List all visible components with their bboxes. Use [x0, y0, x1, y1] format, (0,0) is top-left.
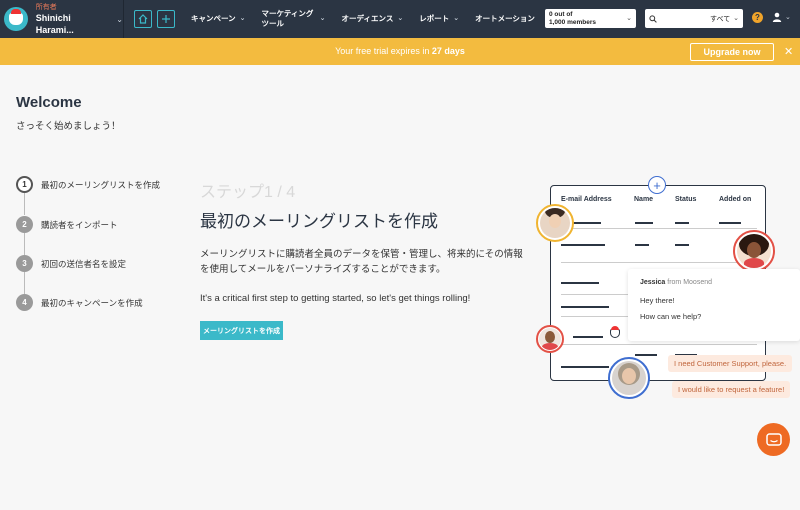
chevron-down-icon: ⌄ [397, 15, 404, 22]
chevron-down-icon: ⌄ [733, 15, 739, 22]
placeholder-dash [573, 222, 601, 224]
step-item[interactable]: 2 購読者をインポート [16, 216, 118, 233]
step-label: 購読者をインポート [41, 219, 118, 230]
placeholder-dash [675, 244, 689, 246]
subscriber-avatar [536, 204, 574, 242]
step-connector [24, 193, 25, 215]
nav-automation[interactable]: オートメーション [475, 14, 535, 24]
step-number: 1 [16, 176, 33, 193]
trial-banner: Your free trial expires in 27 days [0, 38, 800, 65]
placeholder-dash [561, 244, 605, 246]
subscriber-avatar [536, 325, 564, 353]
mailing-list-illustration: E-mail Address Name Status Added on + Je… [530, 175, 800, 415]
chat-message: How can we help? [640, 312, 702, 321]
chat-icon [765, 432, 782, 446]
placeholder-dash [561, 282, 599, 284]
placeholder-dash [675, 222, 689, 224]
step-counter: ステップ1 / 4 [200, 184, 296, 201]
nav-campaigns[interactable]: キャンペーン ⌄ [191, 14, 246, 24]
row-divider [561, 316, 631, 317]
subscriber-avatar [733, 230, 775, 272]
placeholder-dash [635, 222, 653, 224]
member-count-line1: 0 out of [549, 10, 573, 18]
chat-sender: Jessica from Moosend [640, 279, 713, 286]
plus-icon [162, 15, 170, 23]
column-header: Added on [719, 196, 752, 203]
search-scope[interactable]: すべて [710, 14, 730, 24]
chevron-down-icon: ⌄ [239, 15, 246, 22]
step-number: 2 [16, 216, 33, 233]
chat-launcher-button[interactable] [757, 423, 790, 456]
add-column-icon: + [648, 176, 666, 194]
moosend-mascot-icon [608, 325, 622, 339]
step-label: 最初のキャンペーンを作成 [41, 297, 143, 308]
chat-reply-bubble: I need Customer Support, please. [668, 355, 793, 372]
trial-message: Your free trial expires in 27 days [335, 46, 465, 56]
chevron-down-icon: ⌄ [785, 14, 791, 21]
upgrade-now-button[interactable]: Upgrade now [690, 43, 774, 61]
chevron-down-icon: ⌄ [319, 15, 326, 22]
subscriber-avatar [608, 357, 650, 399]
chat-reply-bubble: I would like to request a feature! [672, 381, 791, 398]
member-count-dropdown[interactable]: 0 out of 1,000 members ⌄ [545, 9, 636, 28]
step-description: メーリングリストに購読者全員のデータを保管・管理し、将来的にその情報を使用してメ… [200, 249, 523, 275]
column-header: Status [675, 196, 697, 203]
create-mailing-list-button[interactable]: メーリングリストを作成 [200, 321, 283, 340]
column-header: E-mail Address [561, 196, 612, 203]
placeholder-dash [561, 306, 609, 308]
chevron-down-icon: ⌄ [116, 14, 123, 24]
step-item[interactable]: 1 最初のメーリングリストを作成 [16, 176, 160, 193]
placeholder-dash [635, 244, 649, 246]
row-divider [561, 344, 757, 345]
page-title: Welcome [16, 94, 82, 111]
home-icon [138, 14, 148, 24]
chat-message: Hey there! [640, 296, 675, 305]
nav-reports[interactable]: レポート ⌄ [419, 14, 459, 24]
step-label: 最初のメーリングリストを作成 [41, 179, 161, 190]
chevron-down-icon: ⌄ [626, 15, 632, 22]
home-button[interactable] [134, 10, 152, 28]
step-label: 初回の送信者名を設定 [41, 258, 127, 269]
step-encouragement: It's a critical first step to getting st… [200, 293, 471, 304]
nav-marketing-tools[interactable]: マーケティングツール ⌄ [262, 9, 326, 29]
row-divider [561, 294, 631, 295]
account-switcher[interactable]: 所有者 Shinichi Harami... ⌄ [0, 0, 124, 38]
nav-audience[interactable]: オーディエンス ⌄ [342, 14, 404, 24]
step-number: 3 [16, 255, 33, 272]
step-connector [24, 272, 25, 294]
create-new-button[interactable] [157, 10, 175, 28]
step-item[interactable]: 4 最初のキャンペーンを作成 [16, 294, 143, 311]
member-count-line2: 1,000 members [549, 18, 596, 26]
user-icon [772, 12, 782, 22]
help-icon[interactable]: ? [752, 12, 763, 23]
search-icon [649, 14, 657, 23]
step-title: 最初のメーリングリストを作成 [200, 212, 438, 231]
placeholder-dash [573, 336, 603, 338]
trial-days: 27 days [431, 46, 465, 56]
chevron-down-icon: ⌄ [453, 15, 460, 22]
owner-label: 所有者 [35, 3, 57, 11]
placeholder-dash [635, 354, 657, 356]
search-input[interactable]: すべて ⌄ [645, 9, 743, 28]
main-menu: キャンペーン ⌄ マーケティングツール ⌄ オーディエンス ⌄ レポート ⌄ オートメー… [191, 0, 551, 38]
row-divider [561, 262, 757, 263]
step-connector [24, 233, 25, 255]
moosend-logo-icon [4, 7, 28, 31]
column-header: Name [634, 196, 654, 203]
row-divider [561, 228, 757, 229]
account-name: Shinichi Harami... [35, 12, 74, 35]
close-icon[interactable]: ✕ [784, 45, 793, 58]
chat-widget-card: Jessica from Moosend Hey there! How can … [628, 269, 800, 341]
step-item[interactable]: 3 初回の送信者名を設定 [16, 255, 126, 272]
placeholder-dash [561, 366, 609, 368]
page-subtitle: さっそく始めましょう！ [16, 121, 121, 132]
user-menu[interactable]: ⌄ [772, 12, 791, 22]
step-number: 4 [16, 294, 33, 311]
placeholder-dash [719, 222, 741, 224]
